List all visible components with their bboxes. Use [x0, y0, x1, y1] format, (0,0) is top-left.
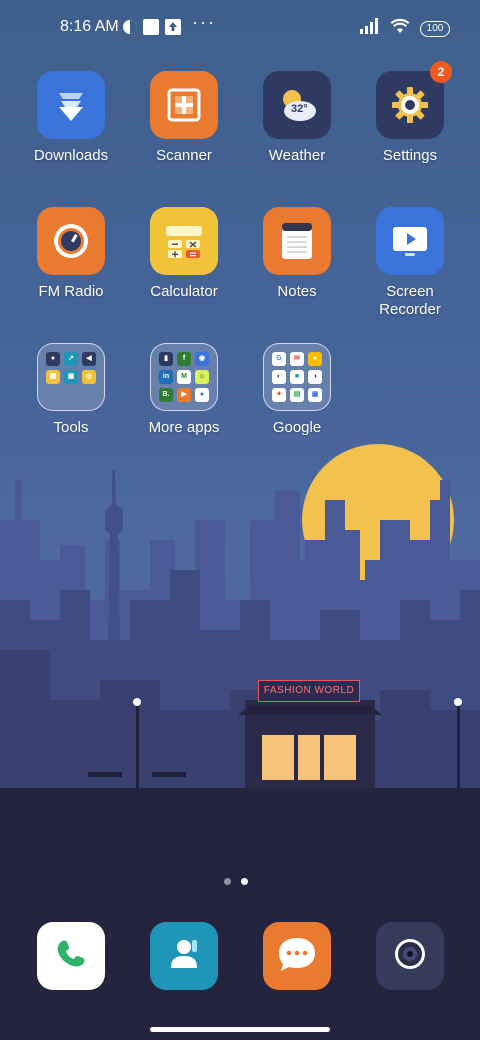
phone-icon	[51, 934, 91, 979]
app-label: Tools	[53, 419, 89, 436]
home-gesture-bar[interactable]	[150, 1027, 330, 1032]
street-lamp-left	[136, 705, 139, 790]
app-label: Downloads	[33, 147, 109, 164]
dock-messaging[interactable]	[263, 922, 331, 990]
mini-app-icon: ▣	[64, 370, 78, 384]
app-label: Calculator	[150, 283, 218, 300]
status-bar: 8:16 AM ··· 100	[0, 0, 480, 56]
store-roof	[238, 705, 382, 715]
mini-app-icon: ↗	[64, 352, 78, 366]
app-label: Google	[272, 419, 322, 436]
app-label: Screen Recorder	[379, 283, 441, 318]
app-label: Weather	[268, 147, 326, 164]
upload-icon	[165, 19, 181, 40]
app-screen-recorder[interactable]: Screen Recorder	[354, 207, 466, 319]
app-scanner[interactable]: Scanner	[128, 71, 240, 165]
camera-icon	[388, 932, 432, 981]
app-label: More apps	[148, 419, 220, 436]
store-window-right	[324, 735, 356, 780]
notes-icon	[263, 207, 331, 275]
app-calculator[interactable]: Calculator	[128, 207, 240, 301]
ground	[0, 788, 480, 1040]
folder-icon: ▮ f ◉ in M ☺ B. ▶ ●	[150, 343, 218, 411]
bench	[88, 772, 122, 777]
folder-google[interactable]: G ✉ ● ◐ ■ ◑ ✦ ▤ ▣ Google	[241, 343, 353, 437]
mini-app-icon: B.	[159, 388, 173, 402]
app-notes[interactable]: Notes	[241, 207, 353, 301]
folder-icon: ● ↗ ◀ ▦ ▣ ◎	[37, 343, 105, 411]
scanner-icon	[150, 71, 218, 139]
mini-app-icon: in	[159, 370, 173, 384]
store-window-left	[262, 735, 294, 780]
wifi-icon	[390, 18, 410, 39]
folder-more-apps[interactable]: ▮ f ◉ in M ☺ B. ▶ ● More apps	[128, 343, 240, 437]
notification-badge: 2	[430, 61, 452, 83]
app-downloads[interactable]: Downloads	[15, 71, 127, 165]
mini-app-icon: ✦	[272, 388, 286, 402]
store-door	[298, 735, 320, 780]
status-time: 8:16 AM	[60, 18, 119, 35]
mini-app-icon: ●	[195, 388, 209, 402]
mini-app-icon: M	[177, 370, 191, 384]
mini-app-icon: ▤	[290, 388, 304, 402]
app-settings[interactable]: 2 Settings	[354, 61, 466, 165]
weather-icon: 32°	[263, 71, 331, 139]
folder-icon: G ✉ ● ◐ ■ ◑ ✦ ▤ ▣	[263, 343, 331, 411]
mini-app-icon: ◉	[195, 352, 209, 366]
battery-icon: 100	[420, 20, 450, 37]
app-fm-radio[interactable]: FM Radio	[15, 207, 127, 301]
contacts-icon	[164, 934, 204, 979]
mini-app-icon: ■	[290, 370, 304, 384]
calculator-icon	[150, 207, 218, 275]
page-dot[interactable]	[224, 878, 231, 885]
mini-app-icon: ▮	[159, 352, 173, 366]
download-icon	[37, 71, 105, 139]
square-icon	[143, 19, 159, 40]
mini-app-icon: ◑	[308, 370, 322, 384]
app-label: Settings	[382, 147, 438, 164]
mini-app-icon: ●	[308, 352, 322, 366]
dock-phone[interactable]	[37, 922, 105, 990]
app-label: FM Radio	[38, 283, 104, 300]
store-sign: FASHION WORLD	[258, 680, 360, 702]
page-dot-active[interactable]	[241, 878, 248, 885]
dock-camera[interactable]	[376, 922, 444, 990]
app-label: Scanner	[156, 147, 212, 164]
dock-contacts[interactable]	[150, 922, 218, 990]
gear-icon: 2	[376, 61, 452, 139]
mini-app-icon: ◐	[272, 370, 286, 384]
mini-app-icon: ▦	[46, 370, 60, 384]
mini-app-icon: ◀	[82, 352, 96, 366]
page-indicator	[224, 878, 248, 885]
more-notifications-icon: ···	[192, 12, 216, 32]
signal-icon	[360, 18, 380, 39]
mini-app-icon: G	[272, 352, 286, 366]
mini-app-icon: ◎	[82, 370, 96, 384]
weather-temperature: 32°	[291, 103, 308, 115]
messaging-icon	[275, 934, 319, 979]
folder-tools[interactable]: ● ↗ ◀ ▦ ▣ ◎ Tools	[15, 343, 127, 437]
app-label: Notes	[277, 283, 317, 300]
mini-app-icon: f	[177, 352, 191, 366]
mini-app-icon: ▣	[308, 388, 322, 402]
street-lamp-right	[457, 705, 460, 790]
mini-app-icon: ✉	[290, 352, 304, 366]
mini-app-icon: ●	[46, 352, 60, 366]
screen-recorder-icon	[376, 207, 444, 275]
radio-icon	[37, 207, 105, 275]
mini-app-icon: ☺	[195, 370, 209, 384]
half-circle-icon	[122, 19, 138, 40]
mini-app-icon: ▶	[177, 388, 191, 402]
app-weather[interactable]: 32° Weather	[241, 71, 353, 165]
